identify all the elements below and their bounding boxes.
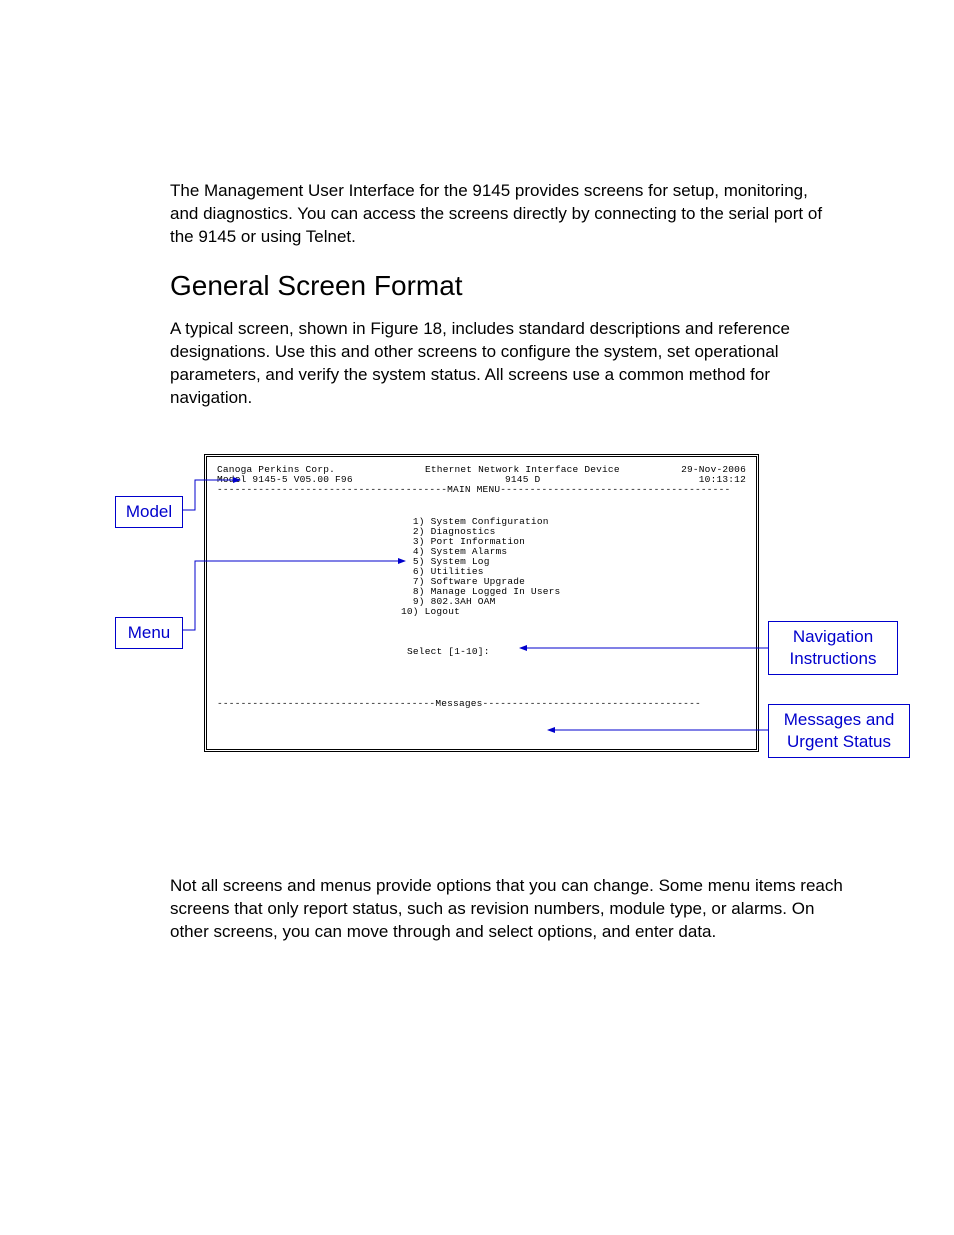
callout-msg-line2: Urgent Status (787, 732, 891, 751)
terminal-menu-item: 10) Logout (401, 607, 460, 617)
callout-messages: Messages and Urgent Status (768, 704, 910, 758)
section-paragraph: A typical screen, shown in Figure 18, in… (170, 318, 840, 410)
callout-nav-line2: Instructions (790, 649, 877, 668)
closing-paragraph: Not all screens and menus provide option… (170, 875, 850, 944)
section-heading: General Screen Format (170, 270, 463, 302)
intro-paragraph: The Management User Interface for the 91… (170, 180, 840, 249)
callout-navigation: Navigation Instructions (768, 621, 898, 675)
callout-msg-line1: Messages and (784, 710, 895, 729)
callout-nav-line1: Navigation (793, 627, 873, 646)
callout-menu: Menu (115, 617, 183, 649)
terminal-screen: Canoga Perkins Corp. Ethernet Network In… (204, 454, 759, 752)
callout-model: Model (115, 496, 183, 528)
terminal-messages-divider: -------------------------------------Mes… (217, 699, 701, 709)
terminal-prompt: Select [1-10]: (407, 647, 490, 657)
terminal-menu-divider: ---------------------------------------M… (217, 485, 730, 495)
